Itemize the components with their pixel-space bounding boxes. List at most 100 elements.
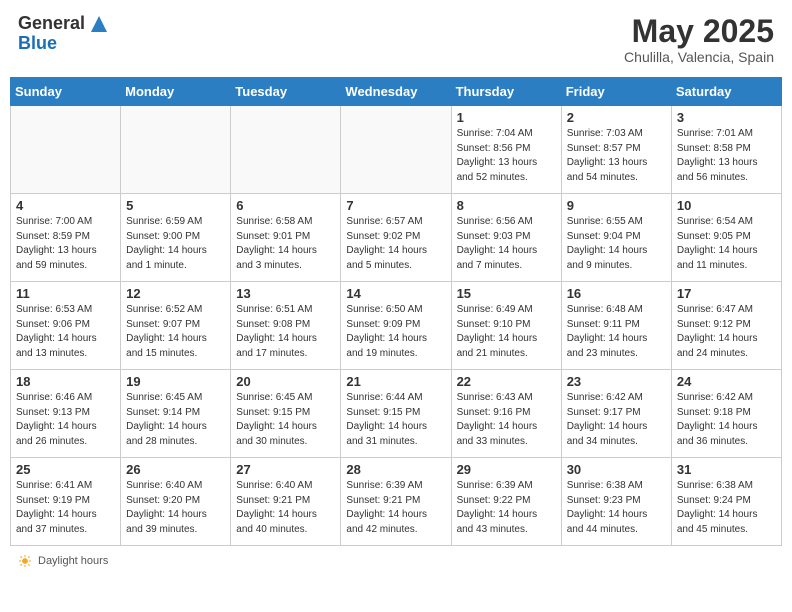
day-number: 26 xyxy=(126,462,225,477)
calendar-cell: 11Sunrise: 6:53 AMSunset: 9:06 PMDayligh… xyxy=(11,282,121,370)
sun-icon xyxy=(18,554,32,568)
calendar-week-row: 11Sunrise: 6:53 AMSunset: 9:06 PMDayligh… xyxy=(11,282,782,370)
weekday-header: Sunday xyxy=(11,78,121,106)
calendar-cell: 17Sunrise: 6:47 AMSunset: 9:12 PMDayligh… xyxy=(671,282,781,370)
day-info: Sunrise: 6:58 AMSunset: 9:01 PMDaylight:… xyxy=(236,215,335,273)
day-info: Sunrise: 6:42 AMSunset: 9:18 PMDaylight:… xyxy=(677,391,776,449)
title-block: May 2025 Chulilla, Valencia, Spain xyxy=(624,14,774,65)
day-info: Sunrise: 6:38 AMSunset: 9:23 PMDaylight:… xyxy=(567,479,666,537)
day-info: Sunrise: 6:39 AMSunset: 9:22 PMDaylight:… xyxy=(457,479,556,537)
weekday-header: Monday xyxy=(121,78,231,106)
day-number: 24 xyxy=(677,374,776,389)
day-number: 11 xyxy=(16,286,115,301)
day-number: 28 xyxy=(346,462,445,477)
day-number: 25 xyxy=(16,462,115,477)
calendar-cell: 30 Sunrise: 6:38 AMSunset: 9:23 PMDayligh… xyxy=(561,458,671,546)
calendar-cell xyxy=(231,106,341,194)
day-info: Sunrise: 6:43 AMSunset: 9:16 PMDaylight:… xyxy=(457,391,556,449)
day-info: Sunrise: 6:47 AMSunset: 9:12 PMDaylight:… xyxy=(677,303,776,361)
logo: General Blue xyxy=(18,14,109,54)
day-number: 3 xyxy=(677,110,776,125)
calendar-cell: 12 Sunrise: 6:52 AMSunset: 9:07 PMDayligh… xyxy=(121,282,231,370)
weekday-header: Saturday xyxy=(671,78,781,106)
day-info: Sunrise: 7:04 AMSunset: 8:56 PMDaylight:… xyxy=(457,127,556,185)
day-number: 9 xyxy=(567,198,666,213)
day-info: Sunrise: 6:42 AMSunset: 9:17 PMDaylight:… xyxy=(567,391,666,449)
page-header: General Blue May 2025 Chulilla, Valencia… xyxy=(10,10,782,69)
day-number: 1 xyxy=(457,110,556,125)
calendar-week-row: 1 Sunrise: 7:04 AMSunset: 8:56 PMDaylight… xyxy=(11,106,782,194)
calendar-cell: 26 Sunrise: 6:40 AMSunset: 9:20 PMDayligh… xyxy=(121,458,231,546)
calendar-cell: 7Sunrise: 6:57 AMSunset: 9:02 PMDaylight… xyxy=(341,194,451,282)
day-number: 2 xyxy=(567,110,666,125)
day-info: Sunrise: 6:46 AMSunset: 9:13 PMDaylight:… xyxy=(16,391,115,449)
calendar-cell xyxy=(11,106,121,194)
calendar-week-row: 18 Sunrise: 6:46 AMSunset: 9:13 PMDayligh… xyxy=(11,370,782,458)
day-info: Sunrise: 6:44 AMSunset: 9:15 PMDaylight:… xyxy=(346,391,445,449)
day-info: Sunrise: 6:50 AMSunset: 9:09 PMDaylight:… xyxy=(346,303,445,361)
calendar-cell: 18 Sunrise: 6:46 AMSunset: 9:13 PMDayligh… xyxy=(11,370,121,458)
day-number: 15 xyxy=(457,286,556,301)
day-info: Sunrise: 6:38 AMSunset: 9:24 PMDaylight:… xyxy=(677,479,776,537)
day-info: Sunrise: 7:03 AMSunset: 8:57 PMDaylight:… xyxy=(567,127,666,185)
weekday-header: Friday xyxy=(561,78,671,106)
calendar-cell: 22 Sunrise: 6:43 AMSunset: 9:16 PMDayligh… xyxy=(451,370,561,458)
calendar-cell: 23Sunrise: 6:42 AMSunset: 9:17 PMDayligh… xyxy=(561,370,671,458)
calendar-cell: 10Sunrise: 6:54 AMSunset: 9:05 PMDayligh… xyxy=(671,194,781,282)
calendar-cell: 20Sunrise: 6:45 AMSunset: 9:15 PMDayligh… xyxy=(231,370,341,458)
weekday-header: Thursday xyxy=(451,78,561,106)
calendar-cell: 24 Sunrise: 6:42 AMSunset: 9:18 PMDayligh… xyxy=(671,370,781,458)
day-number: 30 xyxy=(567,462,666,477)
weekday-header: Tuesday xyxy=(231,78,341,106)
day-info: Sunrise: 7:01 AMSunset: 8:58 PMDaylight:… xyxy=(677,127,776,185)
day-info: Sunrise: 6:54 AMSunset: 9:05 PMDaylight:… xyxy=(677,215,776,273)
weekday-header-row: SundayMondayTuesdayWednesdayThursdayFrid… xyxy=(11,78,782,106)
calendar-cell: 16 Sunrise: 6:48 AMSunset: 9:11 PMDayligh… xyxy=(561,282,671,370)
calendar-cell: 13 Sunrise: 6:51 AMSunset: 9:08 PMDayligh… xyxy=(231,282,341,370)
day-info: Sunrise: 6:52 AMSunset: 9:07 PMDaylight:… xyxy=(126,303,225,361)
day-info: Sunrise: 6:56 AMSunset: 9:03 PMDaylight:… xyxy=(457,215,556,273)
day-info: Sunrise: 6:49 AMSunset: 9:10 PMDaylight:… xyxy=(457,303,556,361)
calendar-cell: 6 Sunrise: 6:58 AMSunset: 9:01 PMDaylight… xyxy=(231,194,341,282)
day-info: Sunrise: 6:55 AMSunset: 9:04 PMDaylight:… xyxy=(567,215,666,273)
calendar-week-row: 25Sunrise: 6:41 AMSunset: 9:19 PMDayligh… xyxy=(11,458,782,546)
day-info: Sunrise: 6:40 AMSunset: 9:20 PMDaylight:… xyxy=(126,479,225,537)
calendar-cell: 29Sunrise: 6:39 AMSunset: 9:22 PMDayligh… xyxy=(451,458,561,546)
footer-text: Daylight hours xyxy=(38,555,108,567)
location-text: Chulilla, Valencia, Spain xyxy=(624,49,774,65)
calendar-cell: 15 Sunrise: 6:49 AMSunset: 9:10 PMDayligh… xyxy=(451,282,561,370)
day-info: Sunrise: 6:48 AMSunset: 9:11 PMDaylight:… xyxy=(567,303,666,361)
day-number: 19 xyxy=(126,374,225,389)
footer: Daylight hours xyxy=(10,552,782,570)
day-info: Sunrise: 6:57 AMSunset: 9:02 PMDaylight:… xyxy=(346,215,445,273)
day-number: 6 xyxy=(236,198,335,213)
calendar-cell: 31 Sunrise: 6:38 AMSunset: 9:24 PMDayligh… xyxy=(671,458,781,546)
calendar-cell: 4Sunrise: 7:00 AMSunset: 8:59 PMDaylight… xyxy=(11,194,121,282)
calendar-cell xyxy=(341,106,451,194)
day-number: 16 xyxy=(567,286,666,301)
month-title: May 2025 xyxy=(624,14,774,49)
calendar-cell: 8 Sunrise: 6:56 AMSunset: 9:03 PMDaylight… xyxy=(451,194,561,282)
calendar-cell: 1 Sunrise: 7:04 AMSunset: 8:56 PMDaylight… xyxy=(451,106,561,194)
calendar-cell: 21 Sunrise: 6:44 AMSunset: 9:15 PMDayligh… xyxy=(341,370,451,458)
day-number: 4 xyxy=(16,198,115,213)
logo-blue-text: Blue xyxy=(18,34,57,54)
logo-icon xyxy=(89,14,109,34)
day-number: 8 xyxy=(457,198,556,213)
calendar-cell: 27Sunrise: 6:40 AMSunset: 9:21 PMDayligh… xyxy=(231,458,341,546)
calendar-table: SundayMondayTuesdayWednesdayThursdayFrid… xyxy=(10,77,782,546)
day-info: Sunrise: 6:45 AMSunset: 9:14 PMDaylight:… xyxy=(126,391,225,449)
day-info: Sunrise: 6:51 AMSunset: 9:08 PMDaylight:… xyxy=(236,303,335,361)
day-number: 21 xyxy=(346,374,445,389)
calendar-cell: 2 Sunrise: 7:03 AMSunset: 8:57 PMDaylight… xyxy=(561,106,671,194)
weekday-header: Wednesday xyxy=(341,78,451,106)
day-number: 13 xyxy=(236,286,335,301)
calendar-cell: 28Sunrise: 6:39 AMSunset: 9:21 PMDayligh… xyxy=(341,458,451,546)
day-number: 22 xyxy=(457,374,556,389)
calendar-cell: 14 Sunrise: 6:50 AMSunset: 9:09 PMDayligh… xyxy=(341,282,451,370)
logo-general-text: General xyxy=(18,14,85,34)
day-number: 18 xyxy=(16,374,115,389)
day-number: 12 xyxy=(126,286,225,301)
day-number: 31 xyxy=(677,462,776,477)
day-number: 14 xyxy=(346,286,445,301)
